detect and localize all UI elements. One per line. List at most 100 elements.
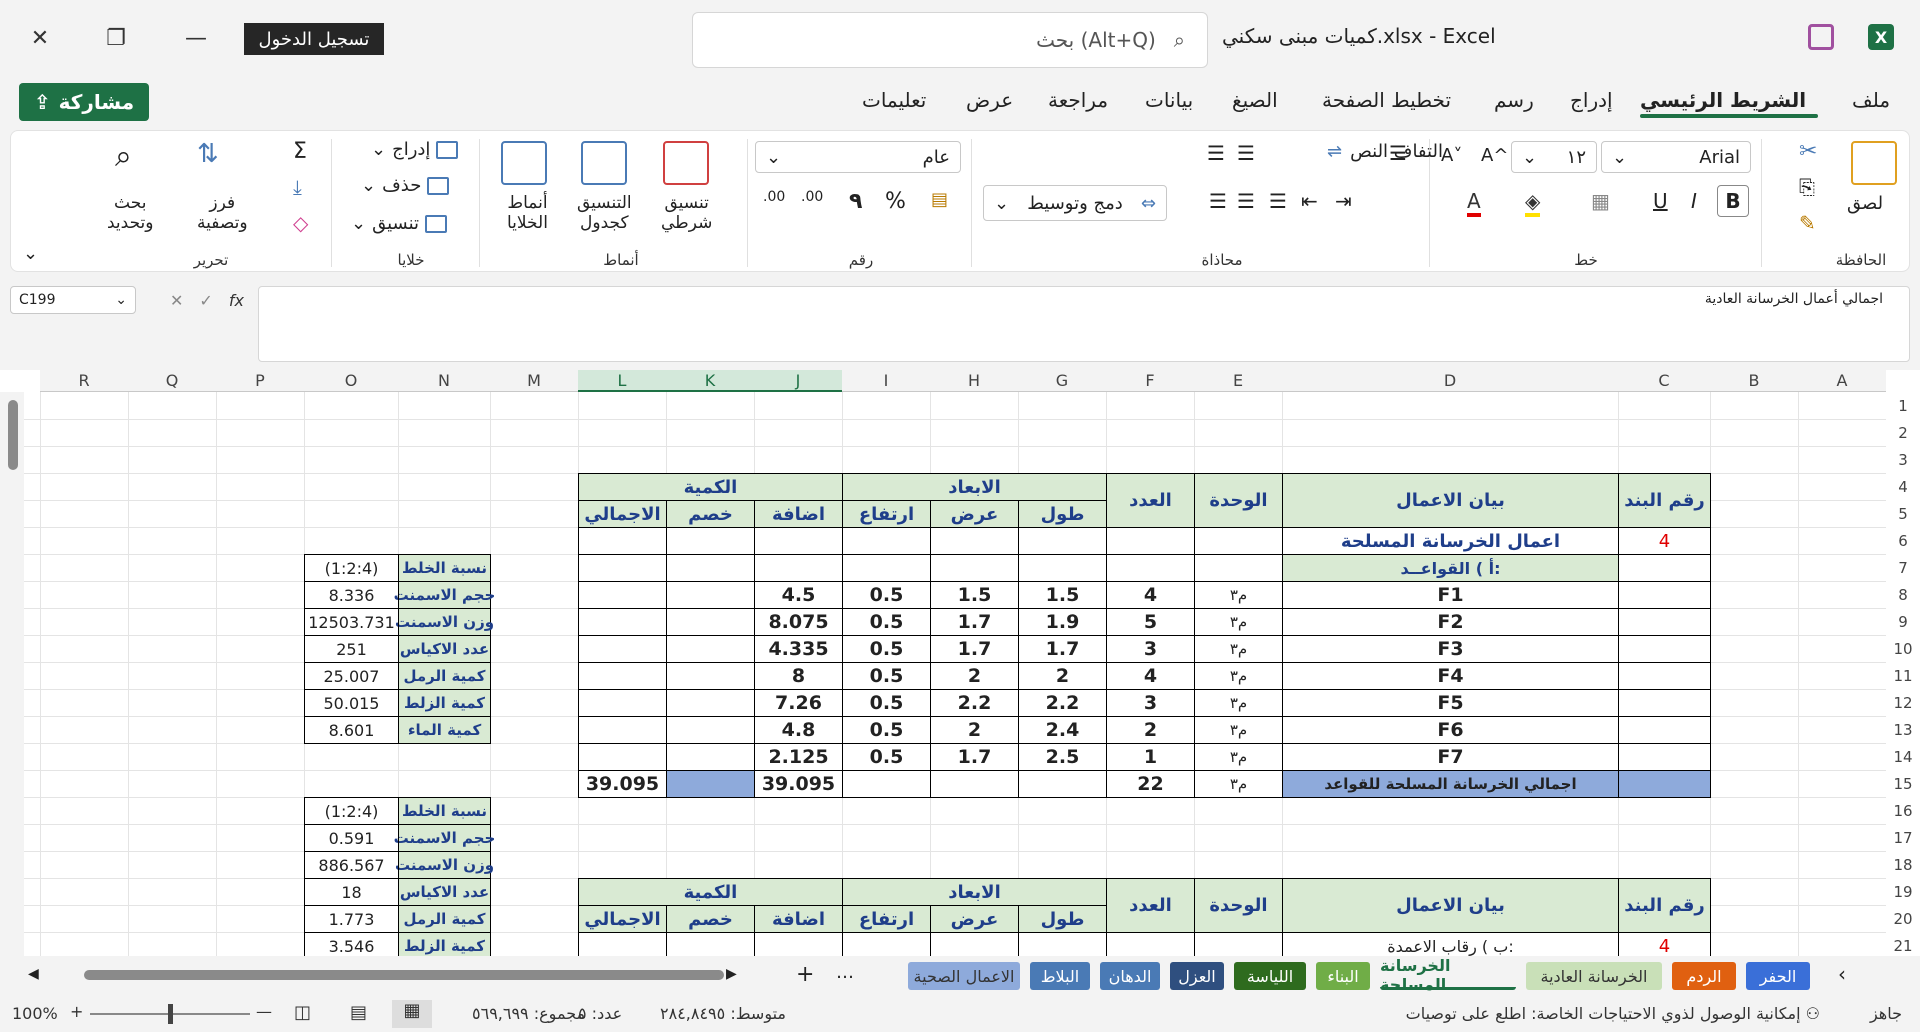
percent-button[interactable]: % — [885, 189, 906, 214]
close-icon[interactable]: ✕ — [20, 20, 60, 56]
find-select-button[interactable]: بحث وتحديد — [107, 193, 154, 233]
cell-styles-icon[interactable] — [501, 141, 547, 185]
font-size-select[interactable]: ⌄ ١٢ — [1511, 141, 1597, 173]
row-header-4[interactable]: 4 — [1886, 473, 1920, 500]
row-header-16[interactable]: 16 — [1886, 797, 1920, 824]
row-header-9[interactable]: 9 — [1886, 608, 1920, 635]
align-bottom-icon[interactable]: ☰ — [1389, 141, 1407, 165]
decrease-decimal-button[interactable]: .00 — [763, 189, 785, 205]
sort-filter-icon[interactable]: ⇅ — [197, 139, 219, 169]
restore-icon[interactable]: ❐ — [96, 20, 136, 56]
clear-icon[interactable]: ◇ — [293, 211, 308, 235]
column-header-l[interactable]: L — [578, 370, 666, 392]
paste-icon[interactable] — [1851, 141, 1897, 185]
column-header-i[interactable]: I — [842, 370, 930, 392]
search-box[interactable]: بحث (Alt+Q) ⌕ — [692, 12, 1208, 68]
row-header-10[interactable]: 10 — [1886, 635, 1920, 662]
column-header-f[interactable]: F — [1106, 370, 1194, 392]
row-header-3[interactable]: 3 — [1886, 446, 1920, 473]
row-header-17[interactable]: 17 — [1886, 824, 1920, 851]
scroll-tabs-icon[interactable]: ‹ — [1838, 962, 1846, 986]
row-header-21[interactable]: 21 — [1886, 932, 1920, 956]
worksheet-grid[interactable]: ABCDEFGHIJKLMNOPQR 1 2 3 4 5 6 7 8 9 10 11 12 13 14 15… — [0, 370, 1920, 956]
cell-styles-button[interactable]: أنماط الخلايا — [507, 193, 548, 233]
row-header-12[interactable]: 12 — [1886, 689, 1920, 716]
zoom-level[interactable]: 100% — [12, 1004, 58, 1023]
column-header-n[interactable]: N — [398, 370, 490, 392]
formula-input[interactable]: اجمالي أعمال الخرسانة العادية — [258, 286, 1910, 362]
copy-icon[interactable]: ⎘ — [1799, 175, 1815, 199]
minimize-icon[interactable]: — — [176, 20, 216, 56]
format-table-icon[interactable] — [581, 141, 627, 185]
row-header-20[interactable]: 20 — [1886, 905, 1920, 932]
column-header-r[interactable]: R — [40, 370, 128, 392]
collapse-ribbon-icon[interactable]: ⌄ — [23, 243, 38, 264]
tab-data[interactable]: بيانات — [1145, 88, 1193, 112]
cancel-icon[interactable]: ✕ — [170, 291, 183, 310]
signin-button[interactable]: تسجيل الدخول — [244, 23, 384, 55]
align-right-icon[interactable]: ☰ — [1209, 189, 1227, 213]
grow-font-button[interactable]: A^ — [1481, 145, 1508, 166]
sheet-tab[interactable]: البلاط — [1030, 962, 1090, 990]
vertical-scrollbar[interactable] — [0, 392, 24, 956]
tab-page-layout[interactable]: تخطيط الصفحة — [1322, 88, 1451, 112]
format-as-table-button[interactable]: التنسيق كجدول — [577, 193, 632, 233]
find-select-icon[interactable]: ⌕ — [115, 139, 132, 174]
align-middle-icon[interactable]: ☰ — [1237, 141, 1255, 165]
font-name-select[interactable]: ⌄ Arial — [1601, 141, 1751, 173]
column-header-j[interactable]: J — [754, 370, 842, 392]
zoom-slider-thumb[interactable] — [168, 1004, 173, 1024]
page-layout-icon[interactable]: ▤ — [350, 1002, 367, 1023]
indent-icon[interactable]: ⇤ — [1301, 189, 1318, 213]
sheet-tab[interactable]: الحفر — [1746, 962, 1810, 990]
accessibility-status[interactable]: ⚇ إمكانية الوصول لذوي الاحتياجات الخاصة:… — [1406, 1004, 1820, 1023]
column-header-q[interactable]: Q — [128, 370, 216, 392]
scroll-right-icon[interactable]: ▶ — [726, 966, 737, 982]
align-top-icon[interactable]: ☰ — [1207, 141, 1225, 165]
normal-view-icon[interactable]: ▦ — [392, 1000, 432, 1028]
fx-icon[interactable]: fx — [229, 291, 244, 310]
share-button[interactable]: ⇪ مشاركة — [19, 83, 149, 121]
autosum-icon[interactable]: Σ — [293, 139, 307, 164]
sheet-tab[interactable]: البناء — [1316, 962, 1370, 990]
column-header-o[interactable]: O — [304, 370, 398, 392]
column-header-g[interactable]: G — [1018, 370, 1106, 392]
format-cells-button[interactable]: ⌄ تنسيق — [351, 213, 448, 234]
row-header-6[interactable]: 6 — [1886, 527, 1920, 554]
format-painter-icon[interactable]: ✎ — [1799, 211, 1816, 235]
column-header-b[interactable]: B — [1710, 370, 1798, 392]
insert-cells-button[interactable]: ⌄ إدراج — [371, 139, 459, 160]
column-header-p[interactable]: P — [216, 370, 304, 392]
align-center-icon[interactable]: ☰ — [1237, 189, 1255, 213]
merge-center-button[interactable]: ⌄ دمج وتوسيط ⇔ — [983, 185, 1167, 221]
row-header-13[interactable]: 13 — [1886, 716, 1920, 743]
row-header-8[interactable]: 8 — [1886, 581, 1920, 608]
sheet-tab[interactable]: اللياسة — [1234, 962, 1306, 990]
scroll-left-icon[interactable]: ◀ — [28, 966, 39, 982]
confirm-icon[interactable]: ✓ — [199, 291, 212, 310]
row-header-15[interactable]: 15 — [1886, 770, 1920, 797]
tab-formulas[interactable]: الصيغ — [1232, 88, 1278, 112]
borders-icon[interactable]: ▦ — [1591, 189, 1610, 213]
paste-button[interactable]: لصق — [1847, 193, 1883, 214]
row-header-14[interactable]: 14 — [1886, 743, 1920, 770]
sheet-tab[interactable]: الاعمال الصحية — [908, 962, 1020, 990]
zoom-out-icon[interactable]: — — [256, 1002, 272, 1021]
row-header-7[interactable]: 7 — [1886, 554, 1920, 581]
column-header-a[interactable]: A — [1798, 370, 1886, 392]
add-sheet-icon[interactable]: + — [796, 962, 814, 987]
save-icon[interactable] — [1808, 24, 1834, 50]
row-header-11[interactable]: 11 — [1886, 662, 1920, 689]
row-header-18[interactable]: 18 — [1886, 851, 1920, 878]
row-header-2[interactable]: 2 — [1886, 419, 1920, 446]
page-break-icon[interactable]: ◫ — [294, 1002, 311, 1023]
sheet-tab[interactable]: العزل — [1170, 962, 1224, 990]
increase-decimal-button[interactable]: .00 — [801, 189, 823, 205]
wrap-text-button[interactable]: ⇌ التفاف النص — [1327, 141, 1443, 162]
row-header-19[interactable]: 19 — [1886, 878, 1920, 905]
bold-button[interactable]: B — [1717, 185, 1749, 217]
row-header-5[interactable]: 5 — [1886, 500, 1920, 527]
fill-color-icon[interactable]: ◈ — [1525, 189, 1541, 217]
row-header-1[interactable]: 1 — [1886, 392, 1920, 419]
tab-home[interactable]: الشريط الرئيسي — [1640, 88, 1806, 112]
